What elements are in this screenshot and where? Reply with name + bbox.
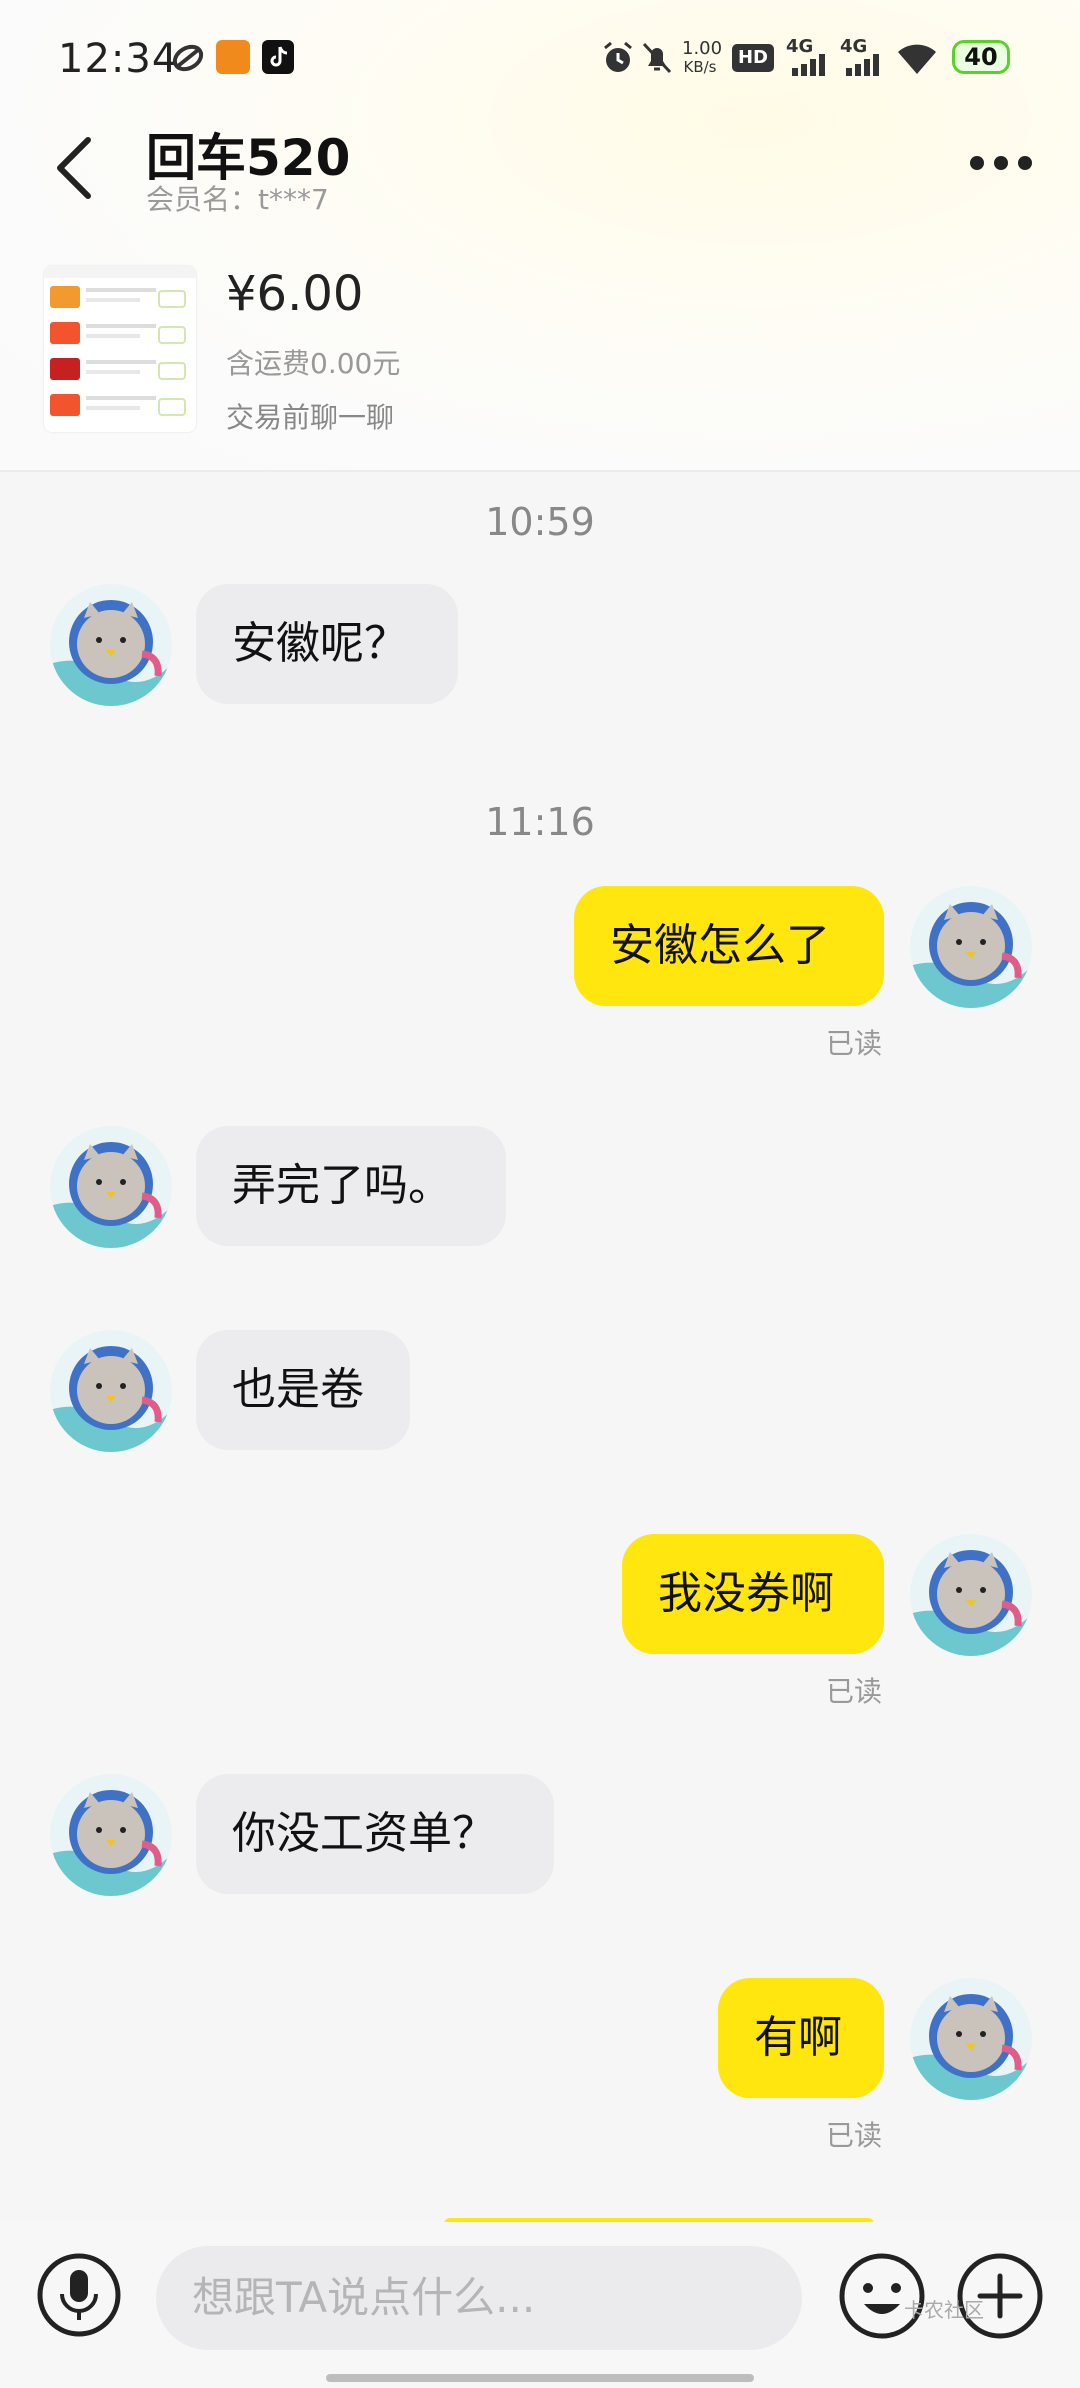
message-bubble-received[interactable]: 弄完了吗。 (196, 1126, 506, 1246)
tiktok-icon (262, 40, 294, 74)
signal-icon (844, 54, 884, 76)
cat-avatar-icon (50, 1126, 172, 1248)
home-indicator[interactable] (326, 2374, 754, 2382)
back-button[interactable] (48, 128, 108, 208)
member-name: 会员名：t***7 (146, 183, 329, 216)
app-icon-1 (170, 42, 206, 74)
avatar[interactable] (50, 1774, 172, 1896)
avatar[interactable] (910, 886, 1032, 1008)
bank-app-icon (216, 40, 250, 74)
product-thumbnail[interactable] (44, 266, 196, 432)
cat-avatar-icon (50, 1774, 172, 1896)
avatar[interactable] (910, 1978, 1032, 2100)
thumb-row (50, 390, 190, 420)
message-bubble-received[interactable]: 你没工资单？ (196, 1774, 554, 1894)
timestamp: 11:16 (485, 800, 595, 844)
avatar[interactable] (50, 1330, 172, 1452)
battery-icon: 40 (952, 40, 1010, 74)
hd-icon: HD (732, 44, 774, 72)
network-speed: 1.00 KB/s (682, 38, 723, 77)
message-bubble-received[interactable]: 安徽呢？ (196, 584, 458, 704)
more-button[interactable] (966, 150, 1036, 180)
thumb-row (50, 282, 190, 312)
cat-avatar-icon (910, 1534, 1032, 1656)
alarm-icon (600, 40, 636, 76)
message-input[interactable]: 想跟TA说点什么... (156, 2246, 802, 2350)
message-bubble-sent[interactable]: 安徽怎么了 (574, 886, 884, 1006)
thumb-row (50, 354, 190, 384)
avatar[interactable] (50, 1126, 172, 1248)
product-price: ¥6.00 (226, 266, 364, 322)
divider (0, 470, 1080, 472)
cat-avatar-icon (910, 886, 1032, 1008)
chat-hint: 交易前聊一聊 (226, 401, 395, 434)
read-receipt: 已读 (826, 2119, 883, 2152)
cat-avatar-icon (50, 1330, 172, 1452)
message-bubble-sent[interactable]: 有啊 (718, 1978, 884, 2098)
more-dot (1018, 156, 1032, 170)
input-placeholder: 想跟TA说点什么... (192, 2273, 536, 2322)
read-receipt: 已读 (826, 1027, 883, 1060)
shipping-info: 含运费0.00元 (226, 347, 401, 380)
avatar[interactable] (910, 1534, 1032, 1656)
read-receipt: 已读 (826, 1675, 883, 1708)
microphone-icon (37, 2253, 121, 2337)
thumb-row (50, 318, 190, 348)
thumb-topbar (44, 266, 196, 278)
wifi-icon (896, 42, 938, 76)
cat-avatar-icon (910, 1978, 1032, 2100)
cat-avatar-icon (50, 584, 172, 706)
status-bar: 12:34 1.00 KB/s HD 4G 4G 40 (0, 0, 1080, 110)
more-dots-icon (970, 156, 984, 170)
message-bubble-received[interactable]: 也是卷 (196, 1330, 410, 1450)
chevron-left-icon (57, 137, 91, 199)
status-time: 12:34 (58, 36, 179, 82)
signal-icon (790, 54, 830, 76)
more-dot (994, 156, 1008, 170)
message-bubble-sent[interactable]: 我没券啊 (622, 1534, 884, 1654)
watermark: 卡农社区 (904, 2298, 984, 2322)
avatar[interactable] (50, 584, 172, 706)
mute-icon (640, 40, 674, 76)
voice-button[interactable] (36, 2252, 122, 2338)
timestamp: 10:59 (485, 500, 595, 544)
